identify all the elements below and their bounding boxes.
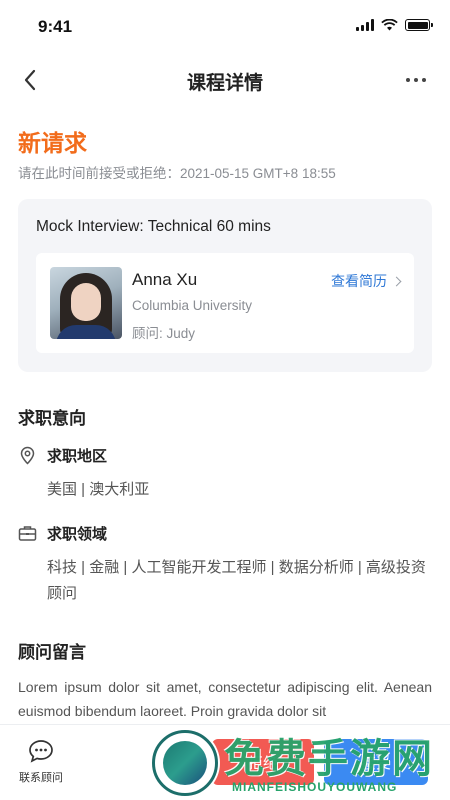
location-value: 美国 | 澳大利亚: [47, 481, 150, 498]
advisor-message-title: 顾问留言: [18, 643, 86, 662]
location-label: 求职地区: [47, 448, 108, 465]
briefcase-icon: [18, 526, 37, 541]
student-name: Anna Xu: [132, 270, 198, 289]
battery-icon: [405, 19, 433, 31]
location-row: 求职地区: [18, 445, 107, 466]
more-dot-icon: [422, 78, 426, 82]
field-label: 求职领域: [47, 526, 108, 543]
view-resume-link[interactable]: 查看简历: [331, 271, 402, 291]
avatar: [50, 267, 122, 339]
chevron-right-icon: [391, 276, 402, 286]
bottom-action-bar: 联系顾问 拒绝 接受: [0, 724, 450, 800]
more-options-button[interactable]: [400, 64, 432, 96]
student-card: Anna Xu Columbia University 顾问: Judy 查看简…: [36, 253, 414, 353]
cellular-signal-icon: [356, 19, 374, 31]
contact-advisor-label: 联系顾问: [19, 772, 63, 784]
job-intent-title: 求职意向: [18, 409, 86, 428]
course-title: Mock Interview: Technical 60 mins: [36, 218, 271, 235]
contact-advisor-button[interactable]: 联系顾问: [16, 739, 66, 785]
page-title: 课程详情: [186, 73, 263, 94]
status-bar: 9:41: [0, 0, 450, 54]
request-status: 新请求: [18, 130, 87, 156]
wifi-icon: [381, 19, 398, 31]
advisor-message-text: Lorem ipsum dolor sit amet, consectetur …: [18, 679, 432, 719]
nav-bar: 课程详情: [0, 56, 450, 104]
status-time: 9:41: [38, 17, 73, 36]
course-card: Mock Interview: Technical 60 mins Anna X…: [18, 199, 432, 372]
field-value: 科技 | 金融 | 人工智能开发工程师 | 数据分析师 | 高级投资顾问: [47, 559, 426, 602]
field-row: 求职领域: [18, 523, 107, 544]
view-resume-label: 查看简历: [331, 273, 387, 289]
chat-bubble-icon: [29, 740, 53, 763]
reject-button[interactable]: 拒绝: [212, 739, 314, 785]
student-advisor: 顾问: Judy: [132, 326, 196, 341]
location-pin-icon: [20, 446, 35, 465]
more-dot-icon: [414, 78, 418, 82]
request-deadline: 请在此时间前接受或拒绝：2021-05-15 GMT+8 18:55: [18, 166, 336, 181]
more-dot-icon: [406, 78, 410, 82]
status-icons: [356, 19, 433, 31]
accept-button[interactable]: 接受: [324, 739, 428, 785]
student-school: Columbia University: [132, 298, 253, 313]
